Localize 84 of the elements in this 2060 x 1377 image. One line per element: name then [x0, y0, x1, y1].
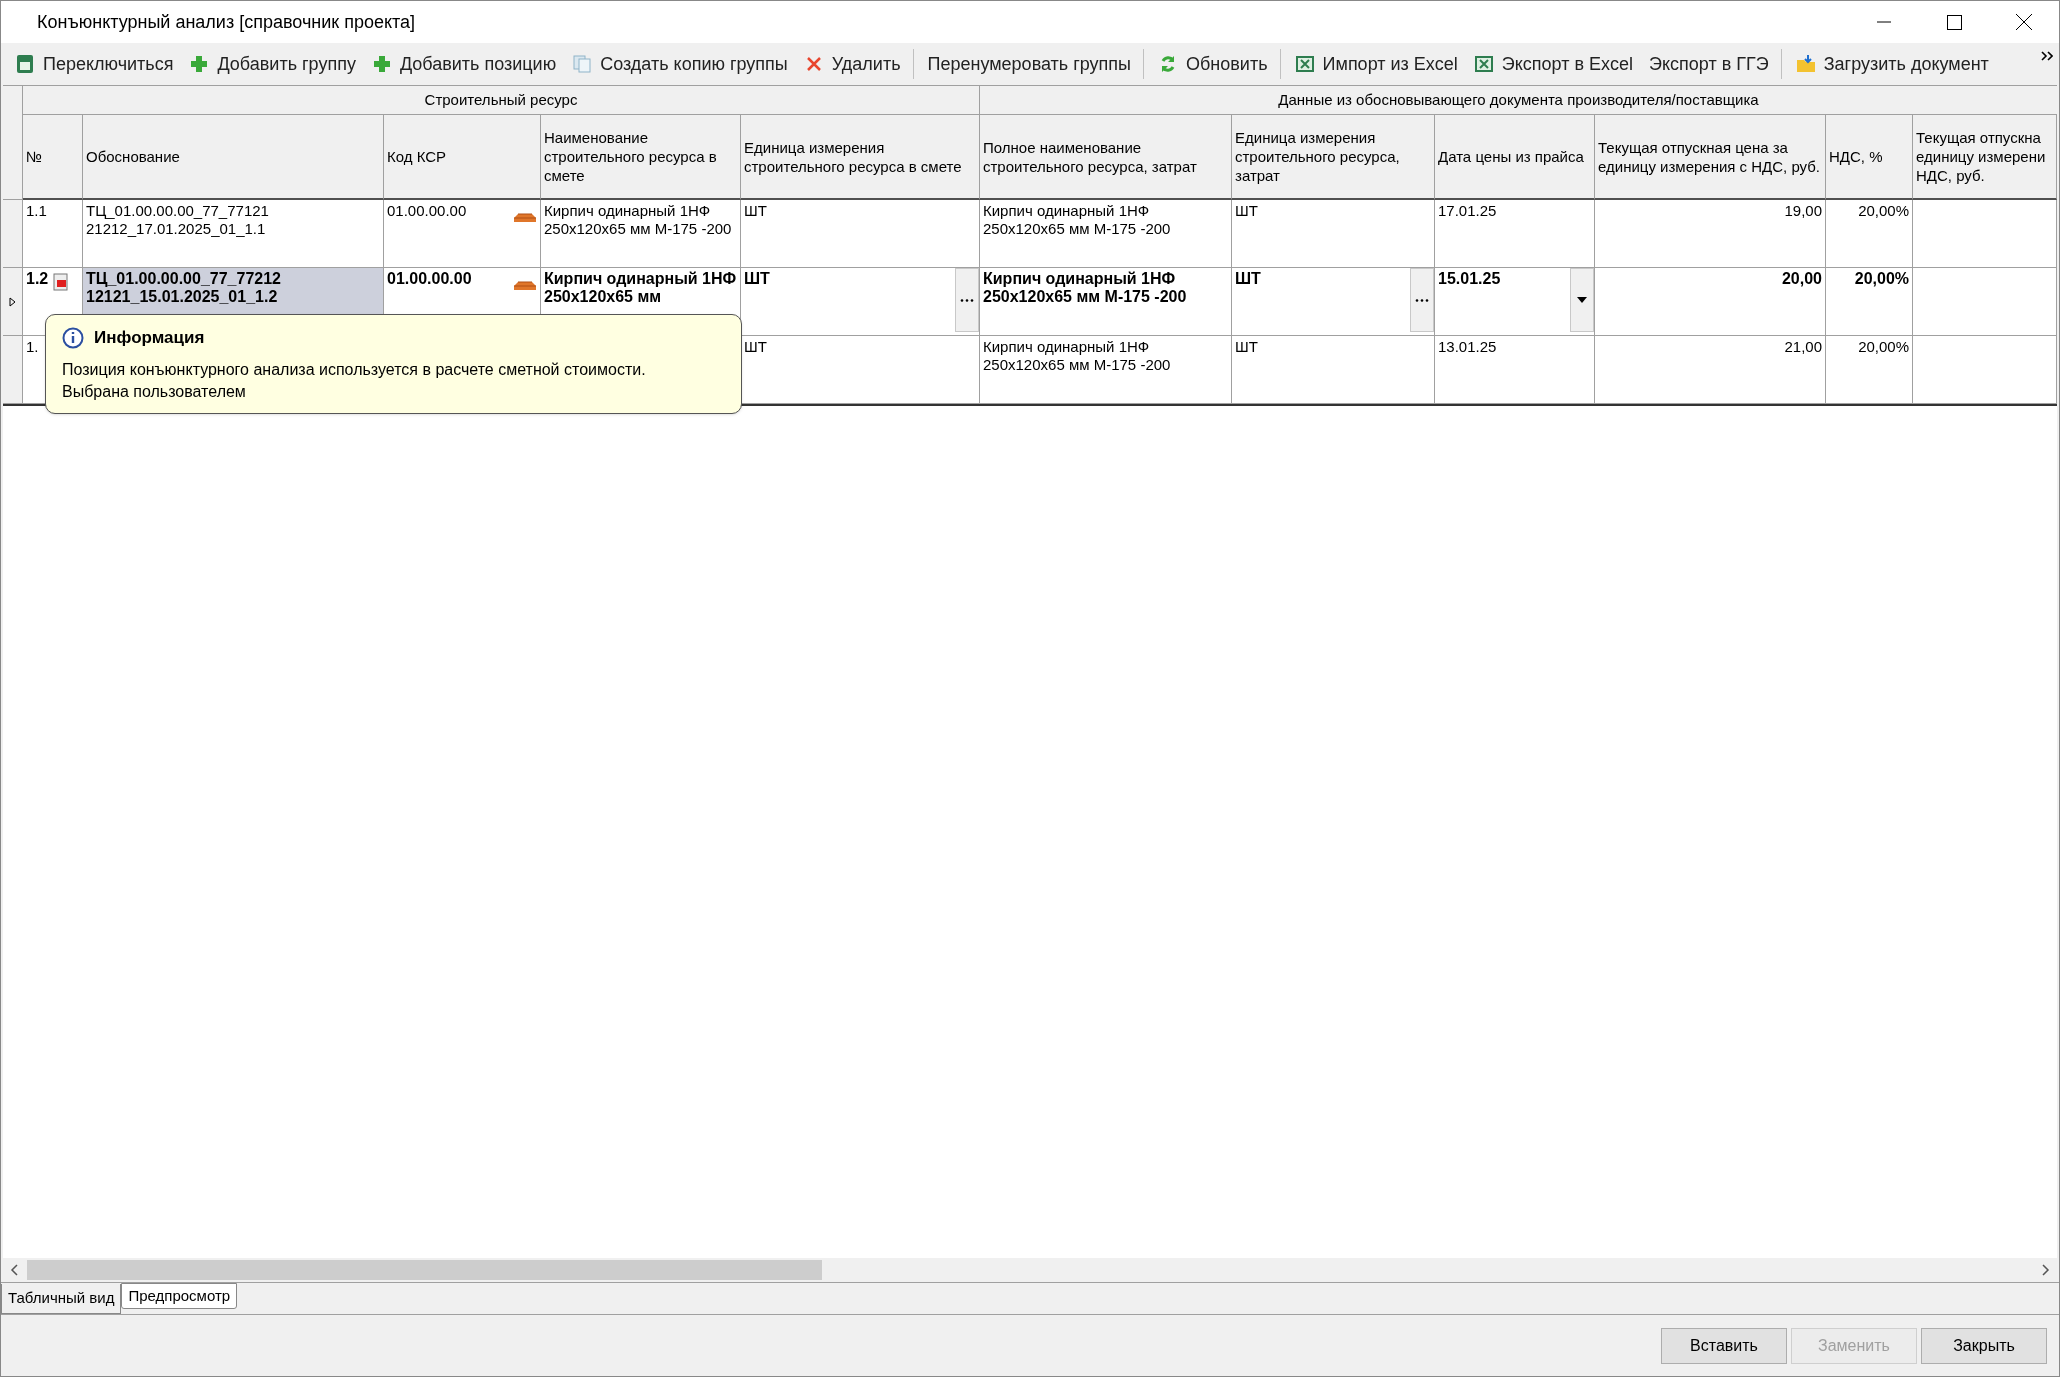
toolbar-button[interactable]: Добавить группу	[181, 49, 364, 79]
column-header[interactable]: Код КСР	[384, 115, 541, 200]
copy-icon	[572, 54, 593, 74]
cell-text: 19,00	[1784, 202, 1822, 219]
bricks-icon	[514, 278, 536, 290]
tooltip-title: Информация	[94, 327, 205, 349]
cell-text: 01.00.00.00	[387, 270, 472, 287]
cell-text: 01.00.00.00	[387, 202, 467, 219]
row-indicator[interactable]	[3, 268, 23, 336]
cell-text: 15.01.25	[1438, 270, 1501, 287]
cell-text: Кирпич одинарный 1НФ 250x120x65 мм М-175 -200	[983, 202, 1171, 237]
folder-icon	[1795, 54, 1816, 74]
toolbar-button[interactable]: Перенумеровать группы	[919, 49, 1140, 79]
column-header[interactable]: Текущая отпускная цена за единицу измерения с НДС, руб.	[1595, 115, 1826, 200]
cell-text: 20,00%	[1854, 270, 1909, 287]
cell-text: 1.	[26, 338, 39, 355]
column-header[interactable]: Дата цены из прайса	[1435, 115, 1595, 200]
cell-text: Кирпич одинарный 1НФ 250x120x65 мм М-175 -200	[544, 202, 732, 237]
toolbar-button[interactable]: Обновить	[1150, 49, 1276, 79]
row-pointer-icon	[9, 296, 16, 307]
row-indicator[interactable]	[3, 200, 23, 268]
document-flag-icon	[53, 273, 69, 291]
dialog-button[interactable]: Закрыть	[1921, 1327, 2047, 1364]
spreadsheet-icon	[15, 54, 35, 74]
view-tab[interactable]: Табличный вид	[1, 1284, 122, 1314]
group-header: Данные из обосновывающего документа производителя/поставщика	[980, 86, 2057, 115]
plus-icon	[371, 54, 392, 74]
close-icon	[2016, 14, 2032, 30]
ellipsis-button[interactable]	[955, 268, 979, 332]
column-header[interactable]: Единица измерения строительного ресурса, затрат	[1232, 115, 1435, 200]
toolbar-button[interactable]: Экспорт в Excel	[1465, 49, 1642, 79]
bricks-icon	[514, 210, 536, 222]
column-header[interactable]: Текущая отпускна единицу измерени НДС, руб.	[1913, 115, 2057, 200]
cell-text: 20,00	[1781, 270, 1822, 287]
window-title: Конъюнктурный анализ [справочник проекта]	[37, 10, 416, 34]
ellipsis-button[interactable]	[1410, 268, 1434, 332]
ellipsis-icon	[960, 298, 974, 302]
toolbar-button[interactable]: Экспорт в ГГЭ	[1641, 49, 1777, 79]
cell-text: 1.1	[26, 202, 47, 219]
ellipsis-icon	[1415, 298, 1429, 302]
view-tab[interactable]: Предпросмотр	[121, 1283, 238, 1309]
group-header: Строительный ресурс	[23, 86, 980, 115]
toolbar-button[interactable]: Загрузить документ	[1787, 49, 1997, 79]
cell-text: ШТ	[1235, 202, 1258, 219]
cell-text: Кирпич одинарный 1НФ 250x120x65 мм М-175 -200	[983, 338, 1171, 373]
spreadsheet-icon	[1294, 54, 1315, 74]
toolbar-button[interactable]: Добавить позицию	[363, 49, 565, 79]
toolbar-button[interactable]: Создать копию группы	[564, 49, 796, 79]
row-indicator[interactable]	[3, 336, 23, 404]
caret-icon	[1577, 297, 1587, 303]
column-header[interactable]: НДС, %	[1826, 115, 1913, 200]
toolbar-button[interactable]: Удалить	[795, 49, 909, 79]
dropdown-button[interactable]	[1570, 268, 1594, 332]
cell-text: 21,00	[1784, 338, 1822, 355]
column-header[interactable]: Полное наименование строительного ресурса, затрат	[980, 115, 1232, 200]
cell-text: ТЦ_01.00.00.00_77_77121 21212_17.01.2025_01_1.1	[86, 202, 269, 237]
toolbar-button[interactable]: Переключиться	[7, 49, 182, 79]
info-icon	[62, 326, 84, 349]
minimize-icon	[1877, 21, 1891, 23]
cell-text: 17.01.25	[1438, 202, 1497, 219]
tooltip-text: Позиция конъюнктурного анализа используется в расчете сметной стоимости. Выбрана пользователем	[62, 359, 647, 402]
column-header[interactable]: Обоснование	[83, 115, 384, 200]
cell-text: ШТ	[744, 270, 770, 287]
cell-text: Кирпич одинарный 1НФ 250x120x65 мм М-175 -200	[983, 270, 1187, 305]
cell-text: ТЦ_01.00.00.00_77_77212 12121_15.01.2025_01_1.2	[86, 270, 281, 305]
plus-icon	[189, 54, 210, 74]
cell-text: ШТ	[744, 338, 767, 355]
column-header[interactable]: №	[23, 115, 83, 200]
cell-text: 20,00%	[1858, 338, 1909, 355]
cell-text: 13.01.25	[1438, 338, 1497, 355]
cell-text: Кирпич одинарный 1НФ 250x120x65 мм	[544, 270, 737, 305]
cell-text: 1.2	[26, 270, 49, 287]
column-header[interactable]: Наименование строительного ресурса в смете	[541, 115, 741, 200]
column-header[interactable]: Единица измерения строительного ресурса в смете	[741, 115, 980, 200]
cell-text: 20,00%	[1858, 202, 1909, 219]
cell-text: ШТ	[1235, 338, 1258, 355]
spreadsheet-icon	[1473, 54, 1494, 74]
dialog-button[interactable]: Вставить	[1661, 1327, 1787, 1364]
overflow-chevron-icon[interactable]	[2041, 51, 2053, 61]
scrollbar-thumb[interactable]	[27, 1260, 822, 1280]
cell-text: ШТ	[744, 202, 767, 219]
toolbar-button[interactable]: Импорт из Excel	[1286, 49, 1466, 79]
cell-text: ШТ	[1235, 270, 1261, 287]
maximize-icon	[1946, 14, 1962, 30]
